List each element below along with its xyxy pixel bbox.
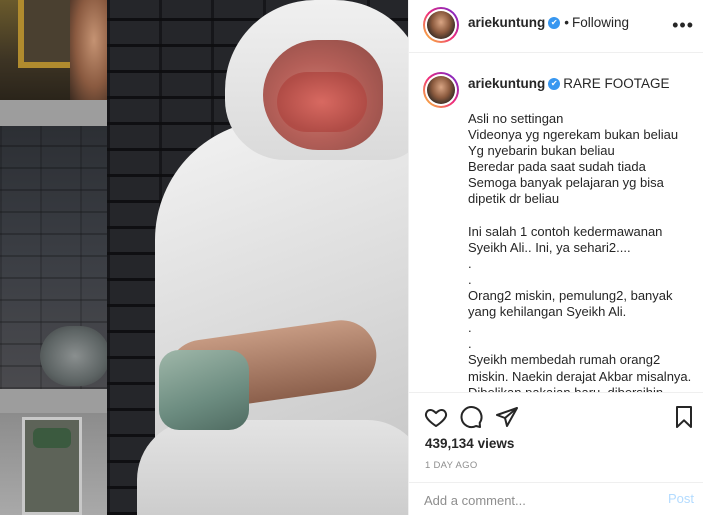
video-main-frame bbox=[107, 0, 408, 515]
views-count[interactable]: 439,134 views bbox=[425, 436, 514, 451]
verified-badge-icon: ✔ bbox=[548, 17, 561, 30]
post-side-panel: ariekuntung ✔ • Following ••• ariekuntung ✔ R… bbox=[408, 0, 703, 515]
caption-area: ariekuntung ✔ RARE FOOTAGE Asli no setting… bbox=[409, 54, 703, 392]
bookmark-icon[interactable] bbox=[672, 405, 696, 429]
caption-username-link[interactable]: ariekuntung bbox=[468, 76, 545, 91]
profile-picture bbox=[427, 76, 455, 104]
heart-icon[interactable] bbox=[424, 405, 448, 429]
collage-divider bbox=[0, 389, 107, 413]
robe-lap bbox=[137, 420, 408, 515]
collage-panel-top bbox=[0, 0, 107, 100]
post-header: ariekuntung ✔ • Following ••• bbox=[409, 0, 703, 53]
views-number: 439,134 bbox=[425, 436, 474, 451]
person-face-image bbox=[70, 0, 107, 100]
post-video[interactable] bbox=[0, 0, 408, 515]
comment-icon[interactable] bbox=[459, 405, 483, 429]
post-actions: 439,134 views 1 DAY AGO bbox=[409, 392, 703, 482]
collage-divider bbox=[0, 100, 107, 126]
face-mask bbox=[277, 72, 367, 132]
caption-text: Asli no settingan Videonya yg ngerekam b… bbox=[468, 111, 692, 392]
avatar[interactable] bbox=[423, 72, 459, 108]
header-user-line: ariekuntung ✔ • Following bbox=[468, 15, 629, 30]
views-label: views bbox=[477, 436, 515, 451]
send-icon[interactable] bbox=[495, 405, 519, 429]
post-timestamp[interactable]: 1 DAY AGO bbox=[425, 460, 478, 471]
caption-title: RARE FOOTAGE bbox=[563, 76, 670, 91]
post-comment-button[interactable]: Post bbox=[668, 491, 694, 506]
add-comment-bar: Post bbox=[409, 482, 703, 515]
more-options-icon[interactable]: ••• bbox=[672, 16, 694, 34]
comment-input[interactable] bbox=[424, 490, 644, 510]
profile-picture bbox=[427, 11, 455, 39]
following-button[interactable]: Following bbox=[572, 15, 629, 30]
hands-money-image bbox=[40, 326, 107, 386]
verified-badge-icon: ✔ bbox=[548, 78, 561, 91]
avatar[interactable] bbox=[423, 7, 459, 43]
video-left-collage bbox=[0, 0, 107, 515]
username-link[interactable]: ariekuntung bbox=[468, 15, 545, 30]
picture-frame-image bbox=[18, 0, 76, 68]
collage-panel-middle bbox=[0, 126, 107, 389]
collage-panel-bottom bbox=[0, 413, 107, 515]
cabinet-image bbox=[22, 417, 82, 515]
separator-dot: • bbox=[564, 15, 569, 30]
caption-header: ariekuntung ✔ RARE FOOTAGE bbox=[468, 76, 670, 91]
money-bundle bbox=[159, 350, 249, 430]
